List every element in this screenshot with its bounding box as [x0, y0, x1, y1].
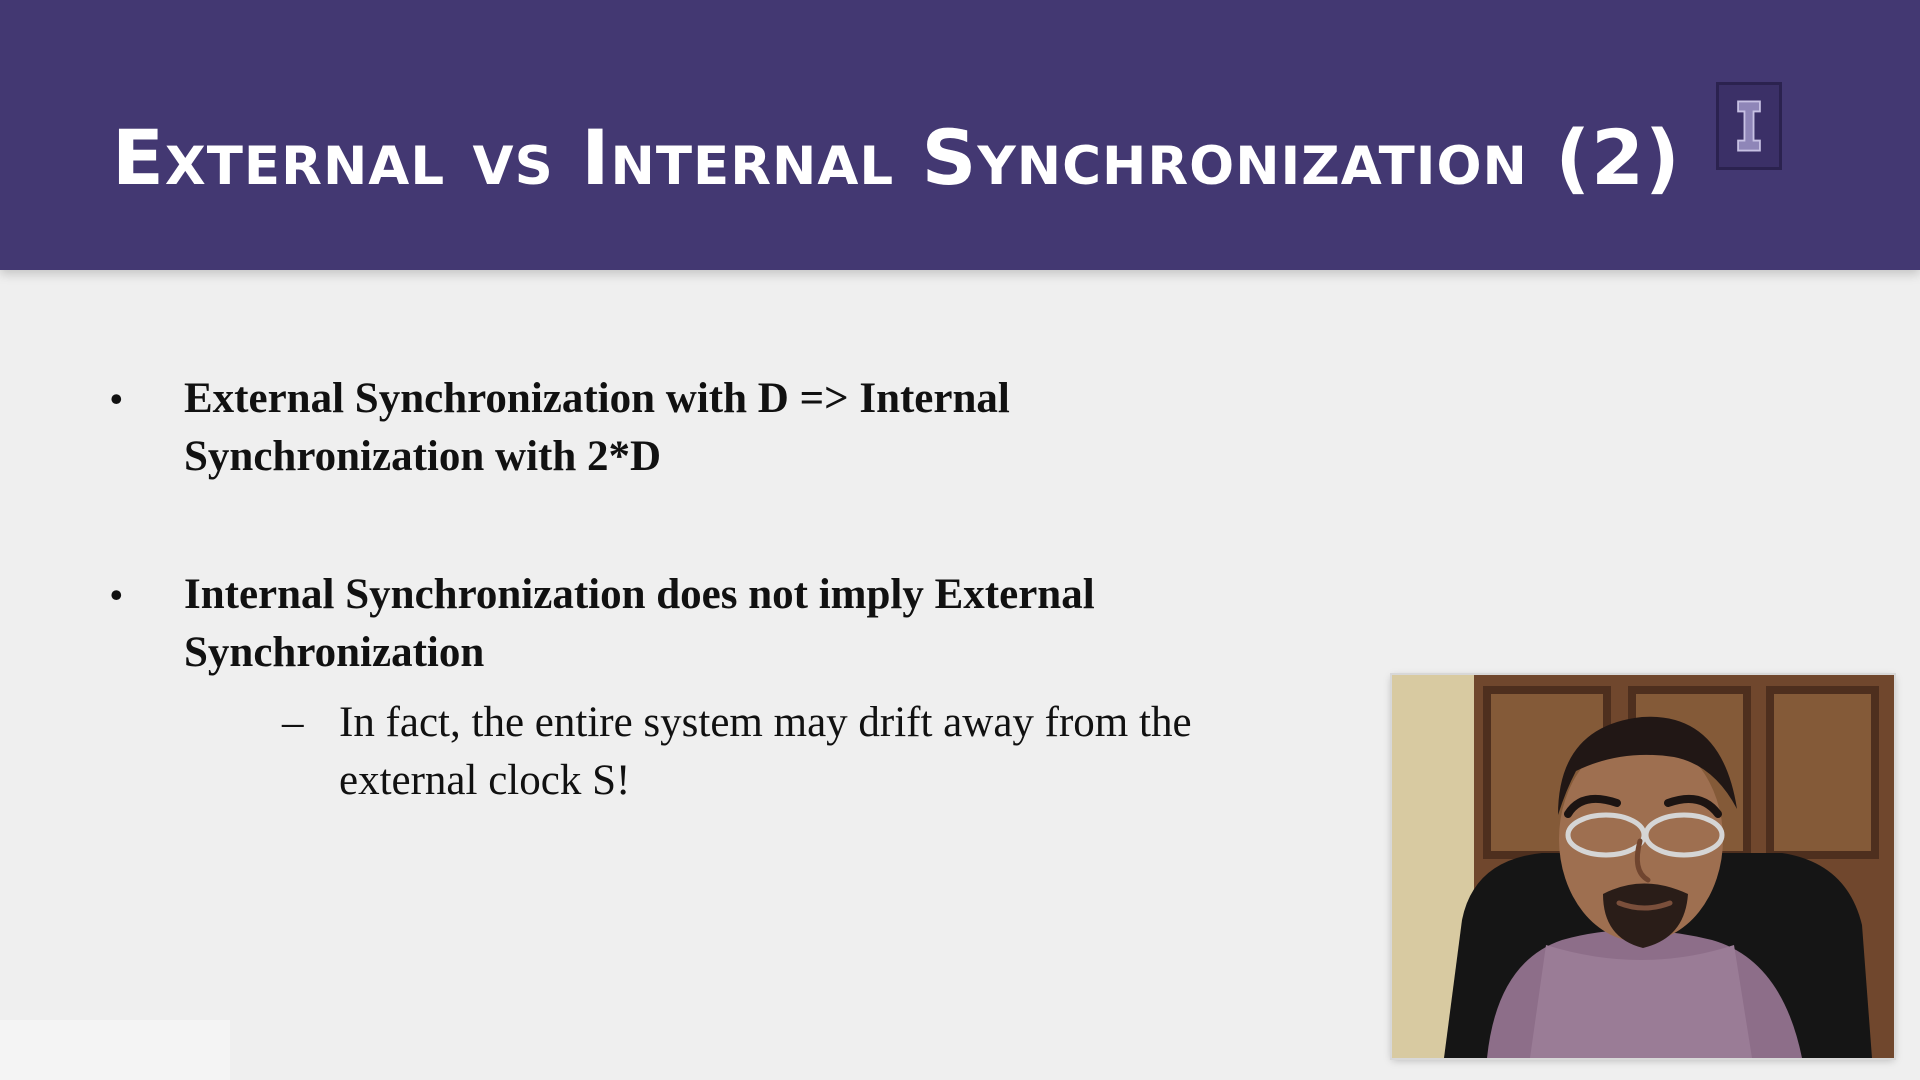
presenter-webcam-video — [1392, 675, 1894, 1058]
bullet-external-to-internal: • External Synchronization with D => Int… — [110, 370, 1290, 486]
slide-header: External vs Internal Synchronization (2) — [0, 0, 1920, 270]
subbullet-drift-note: – In fact, the entire system may drift a… — [184, 694, 1290, 810]
university-i-logo-icon — [1716, 82, 1782, 170]
slide-title: External vs Internal Synchronization (2) — [112, 113, 1681, 202]
lower-left-background-area — [0, 1020, 230, 1080]
subbullet-text: In fact, the entire system may drift awa… — [339, 699, 1192, 804]
bullet-internal-not-external: • Internal Synchronization does not impl… — [110, 566, 1290, 810]
bullet-marker: • — [110, 379, 123, 419]
presentation-slide: External vs Internal Synchronization (2)… — [0, 0, 1920, 1080]
bullet-text: External Synchronization with D => Inter… — [184, 375, 1010, 480]
bullet-text: Internal Synchronization does not imply … — [184, 571, 1095, 676]
subbullet-marker: – — [282, 699, 304, 746]
bullet-marker: • — [110, 575, 123, 615]
slide-bullet-list: • External Synchronization with D => Int… — [110, 370, 1290, 810]
